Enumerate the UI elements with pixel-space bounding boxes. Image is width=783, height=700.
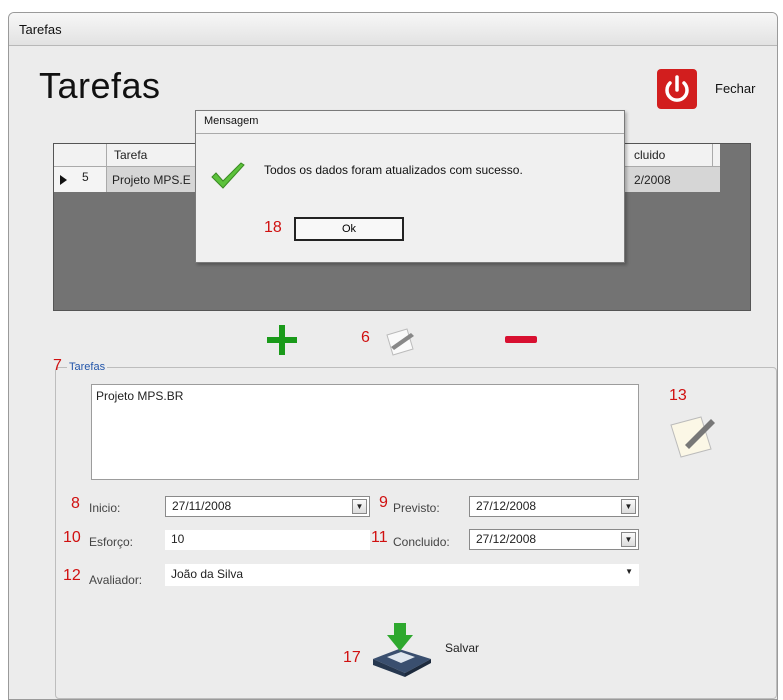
annotation-18: 18	[264, 219, 282, 236]
previsto-value: 27/12/2008	[476, 499, 537, 513]
avaliador-select[interactable]: João da Silva ▼	[165, 564, 639, 586]
esforco-label: Esforço:	[89, 535, 134, 549]
edit-icon[interactable]	[381, 325, 419, 359]
chevron-down-icon[interactable]: ▼	[352, 499, 367, 514]
previsto-date-picker[interactable]: 27/12/2008 ▼	[469, 496, 639, 517]
dialog-titlebar: Mensagem	[196, 111, 624, 134]
cell-tarefa: Projeto MPS.E	[112, 173, 191, 187]
close-button[interactable]	[657, 69, 697, 109]
column-header-tarefa[interactable]: Tarefa	[114, 148, 147, 162]
save-icon[interactable]	[369, 621, 435, 677]
remove-icon[interactable]	[503, 333, 539, 347]
chevron-down-icon[interactable]: ▼	[621, 499, 636, 514]
annotation-5: 5	[82, 170, 89, 184]
tarefas-window: Tarefas Tarefas Fechar Tarefa cluido 5 P…	[8, 12, 778, 700]
dialog-message: Todos os dados foram atualizados com suc…	[264, 163, 523, 177]
row-header[interactable]: 5	[54, 167, 107, 192]
avaliador-value: João da Silva	[171, 567, 244, 581]
description-textarea[interactable]: Projeto MPS.BR	[91, 384, 639, 480]
save-label[interactable]: Salvar	[445, 641, 479, 655]
inicio-value: 27/11/2008	[172, 499, 232, 513]
window-title: Tarefas	[19, 22, 62, 37]
annotation-7: 7	[53, 357, 62, 374]
inicio-date-picker[interactable]: 27/11/2008 ▼	[165, 496, 370, 517]
check-icon	[211, 162, 245, 189]
previsto-label: Previsto:	[393, 501, 440, 515]
group-label: Tarefas	[67, 361, 108, 373]
avaliador-label: Avaliador:	[89, 573, 143, 587]
inicio-label: Inicio:	[89, 501, 121, 515]
concluido-date-picker[interactable]: 27/12/2008 ▼	[469, 529, 639, 550]
row-pointer-icon	[60, 175, 67, 185]
annotation-12: 12	[63, 567, 81, 584]
annotation-10: 10	[63, 529, 81, 546]
annotation-9: 9	[379, 494, 388, 511]
message-dialog: Mensagem Todos os dados foram atualizado…	[195, 110, 625, 263]
annotation-13: 13	[669, 387, 687, 404]
add-icon[interactable]	[265, 323, 299, 357]
chevron-down-icon[interactable]: ▼	[621, 532, 636, 547]
concluido-label: Concluido:	[393, 535, 450, 549]
column-header-concluido[interactable]: cluido	[634, 148, 665, 162]
page-title: Tarefas	[39, 65, 161, 106]
dialog-title: Mensagem	[204, 115, 259, 127]
annotation-11: 11	[371, 529, 388, 546]
close-label[interactable]: Fechar	[715, 81, 755, 96]
annotation-17: 17	[343, 649, 361, 666]
concluido-value: 27/12/2008	[476, 532, 537, 546]
power-icon	[665, 75, 689, 102]
edit-description-icon[interactable]	[665, 411, 719, 461]
chevron-down-icon[interactable]: ▼	[625, 567, 633, 576]
annotation-8: 8	[71, 495, 80, 512]
annotation-6: 6	[361, 329, 370, 346]
ok-button[interactable]: Ok	[294, 217, 404, 241]
esforco-input[interactable]: 10	[165, 530, 370, 550]
cell-concluido: 2/2008	[634, 173, 671, 187]
window-titlebar: Tarefas	[9, 13, 777, 46]
